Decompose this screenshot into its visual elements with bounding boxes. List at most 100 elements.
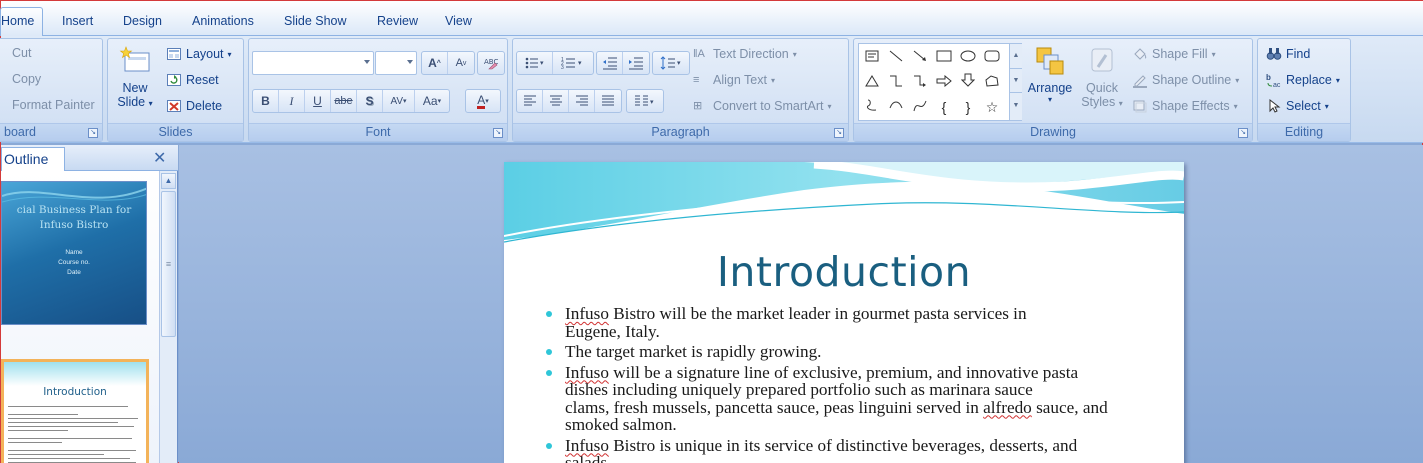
close-icon[interactable]: ✕ (153, 148, 166, 168)
freeform-shape-icon[interactable] (980, 70, 1004, 94)
right-brace-shape-icon[interactable]: } (956, 95, 980, 119)
shrink-font-button[interactable]: Av (448, 52, 474, 74)
copy-button[interactable]: Copy (6, 72, 41, 86)
justify-button[interactable] (595, 90, 621, 112)
italic-button[interactable]: I (279, 90, 305, 112)
reset-button[interactable]: Reset (166, 72, 219, 88)
elbow-arrow-connector-shape-icon[interactable] (908, 70, 932, 94)
find-button[interactable]: Find (1266, 46, 1310, 62)
indent-buttons (596, 51, 650, 75)
align-text-button[interactable]: ≡ Align Text ▾ (693, 72, 775, 88)
rectangle-shape-icon[interactable] (932, 45, 956, 69)
quick-styles-label-2: Styles ▾ (1081, 95, 1123, 109)
curve-shape-icon[interactable] (908, 95, 932, 119)
slide-thumbnail-2[interactable]: Introduction (1, 359, 149, 463)
delete-button[interactable]: Delete (166, 98, 222, 114)
replace-button[interactable]: b ac Replace ▾ (1266, 72, 1340, 88)
select-dropdown-icon: ▾ (1324, 101, 1329, 111)
grow-font-button[interactable]: A ^ (422, 52, 448, 74)
tab-slide-show[interactable]: Slide Show (280, 11, 351, 35)
select-button[interactable]: Select ▾ (1266, 98, 1329, 114)
quick-styles-button[interactable]: Quick Styles ▾ (1078, 45, 1126, 121)
tab-outline[interactable]: Outline (1, 147, 65, 171)
slide-thumbnail-1[interactable]: cial Business Plan for Infuso Bistro Nam… (1, 181, 147, 325)
align-right-button[interactable] (569, 90, 595, 112)
tab-insert[interactable]: Insert (58, 11, 97, 35)
align-center-icon (549, 95, 562, 106)
paint-bucket-icon (1134, 48, 1147, 60)
tab-home[interactable]: Home (0, 7, 44, 36)
tab-view[interactable]: View (441, 11, 476, 35)
tab-design[interactable]: Design (119, 11, 166, 35)
format-painter-button[interactable]: Format Painter (12, 98, 95, 112)
slides-group-label: Slides (108, 123, 243, 141)
clipboard-launcher-icon[interactable]: ↘ (88, 128, 98, 138)
gallery-more-icon[interactable]: ▼ (1010, 92, 1022, 118)
shape-effects-button[interactable]: Shape Effects ▾ (1132, 98, 1238, 114)
character-spacing-button[interactable]: AV ▾ (383, 90, 415, 112)
new-slide-button[interactable]: New Slide ▾ (114, 45, 156, 121)
font-launcher-icon[interactable]: ↘ (493, 128, 503, 138)
spell-check-word: Infuso (565, 362, 609, 382)
line-spacing-button[interactable]: ▾ (653, 52, 689, 74)
cut-button[interactable]: Cut (12, 46, 31, 60)
clear-formatting-button[interactable]: ABC (478, 52, 504, 74)
shapes-gallery[interactable]: { } ☆ ▲ ▼ ▼ (858, 43, 1022, 121)
increase-indent-button[interactable] (623, 52, 649, 74)
numbering-button[interactable]: 1 2 3 ▾ (553, 52, 593, 74)
underline-button[interactable]: U (305, 90, 331, 112)
bullets-button[interactable]: ▾ (517, 52, 553, 74)
strikethrough-button[interactable]: abe (331, 90, 357, 112)
text-shadow-button[interactable]: S (357, 90, 383, 112)
bold-button[interactable]: B (253, 90, 279, 112)
spell-check-word: Infuso (565, 304, 609, 323)
scrollbar-thumb[interactable]: ≡ (161, 191, 176, 337)
scroll-up-icon[interactable]: ▲ (161, 173, 176, 189)
text-direction-button[interactable]: ‖A Text Direction ▾ (693, 46, 797, 62)
arc-shape-icon[interactable] (884, 95, 908, 119)
shapes-gallery-scrollbar[interactable]: ▲ ▼ ▼ (1009, 44, 1022, 120)
font-name-combo[interactable] (252, 51, 374, 75)
font-size-combo[interactable] (375, 51, 417, 75)
slide-title[interactable]: Introduction (504, 248, 1184, 296)
slides-group: New Slide ▾ Layout ▾ Reset Delete Slides (107, 38, 244, 142)
slide-body-text[interactable]: Infuso Bistro will be the market leader … (544, 305, 1144, 463)
paragraph-launcher-icon[interactable]: ↘ (834, 128, 844, 138)
cursor-arrow-icon (1269, 98, 1281, 113)
arrow-line-shape-icon[interactable] (908, 45, 932, 69)
convert-smartart-button[interactable]: ⊞ Convert to SmartArt ▾ (693, 98, 831, 114)
arrange-button[interactable]: Arrange ▾ (1024, 45, 1076, 121)
shape-outline-button[interactable]: Shape Outline ▾ (1132, 72, 1239, 88)
center-button[interactable] (543, 90, 569, 112)
line-shape-icon[interactable] (884, 45, 908, 69)
left-brace-shape-icon[interactable]: { (932, 95, 956, 119)
slide-wave-header-graphic (504, 162, 1184, 246)
smartart-icon: ⊞ (693, 100, 703, 112)
oval-shape-icon[interactable] (956, 45, 980, 69)
select-label: Select (1286, 99, 1321, 113)
shape-fill-button[interactable]: Shape Fill ▾ (1132, 46, 1216, 62)
arrange-dropdown-icon: ▾ (1047, 95, 1052, 104)
layout-button[interactable]: Layout ▾ (166, 46, 232, 62)
rounded-rectangle-shape-icon[interactable] (980, 45, 1004, 69)
gallery-up-icon[interactable]: ▲ (1010, 44, 1022, 68)
font-color-button[interactable]: A ▾ (466, 90, 500, 112)
elbow-connector-shape-icon[interactable] (884, 70, 908, 94)
drawing-launcher-icon[interactable]: ↘ (1238, 128, 1248, 138)
right-arrow-shape-icon[interactable] (932, 70, 956, 94)
align-right-icon (575, 95, 588, 106)
pane-scrollbar[interactable]: ▲ ≡ (159, 171, 177, 463)
star-shape-icon[interactable]: ☆ (980, 95, 1004, 119)
gallery-down-icon[interactable]: ▼ (1010, 68, 1022, 92)
align-left-button[interactable] (517, 90, 543, 112)
tab-animations[interactable]: Animations (188, 11, 258, 35)
change-case-button[interactable]: Aa ▾ (415, 90, 449, 112)
down-arrow-shape-icon[interactable] (956, 70, 980, 94)
scribble-shape-icon[interactable] (860, 95, 884, 119)
decrease-indent-button[interactable] (597, 52, 623, 74)
triangle-shape-icon[interactable] (860, 70, 884, 94)
tab-review[interactable]: Review (373, 11, 422, 35)
text-box-shape-icon[interactable] (860, 45, 884, 69)
columns-button[interactable]: ▾ (627, 90, 663, 112)
slide-canvas[interactable]: Introduction Infuso Bistro will be the m… (504, 162, 1184, 463)
